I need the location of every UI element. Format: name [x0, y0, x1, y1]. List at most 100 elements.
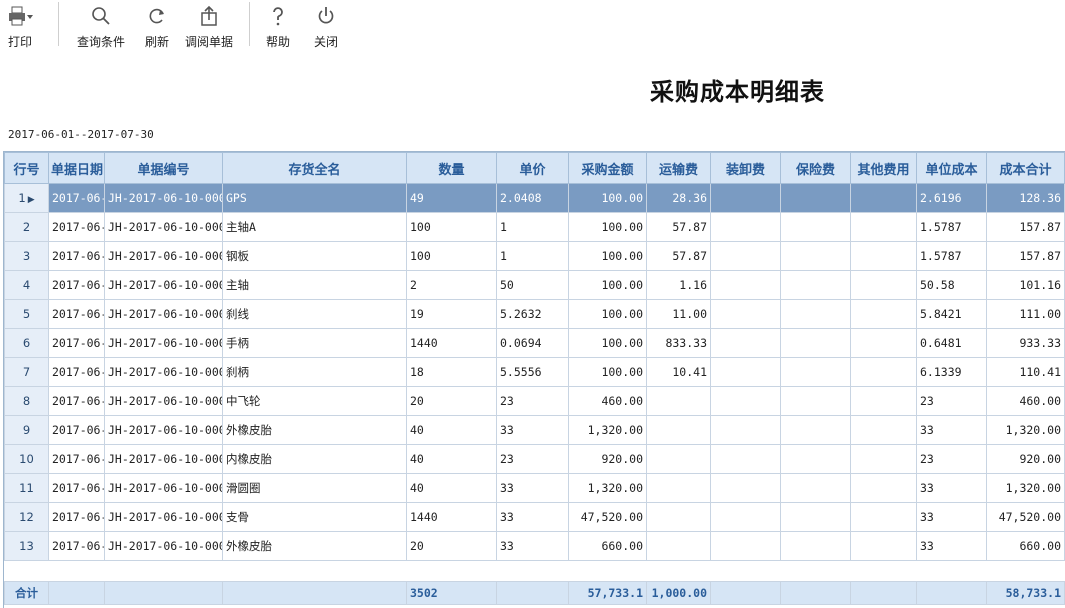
- doc-number-cell: JH-2017-06-10-000: [104, 357, 223, 387]
- table-row[interactable]: 10 2017-06- JH-2017-06-10-000 内橡皮胎 40 23 920.0…: [4, 444, 1065, 474]
- insurance-cell: [780, 241, 851, 271]
- print-button[interactable]: 打印: [0, 0, 40, 52]
- help-button[interactable]: 帮助: [250, 0, 306, 52]
- total-quantity: 3502: [406, 581, 497, 605]
- totals-empty-cell: [48, 581, 105, 605]
- date-cell: 2017-06-: [48, 357, 105, 387]
- unit-cost-cell: 0.6481: [916, 328, 987, 358]
- query-conditions-button[interactable]: 查询条件: [65, 0, 137, 52]
- column-header[interactable]: 其他费用: [850, 152, 917, 184]
- table-row[interactable]: 6 2017-06- JH-2017-06-10-000 手柄 1440 0.0694 10…: [4, 328, 1065, 358]
- total-cost-cell: 933.33: [986, 328, 1065, 358]
- unit-cost-cell: 1.5787: [916, 212, 987, 242]
- column-header[interactable]: 保险费: [780, 152, 851, 184]
- unit-cost-cell: 50.58: [916, 270, 987, 300]
- column-header[interactable]: 成本合计: [986, 152, 1065, 184]
- table-row[interactable]: 7 2017-06- JH-2017-06-10-000 刹柄 18 5.5556 100.…: [4, 357, 1065, 387]
- item-name-cell: 外橡皮胎: [222, 531, 407, 561]
- totals-empty-cell: [780, 581, 851, 605]
- open-document-button[interactable]: 调阅单据: [177, 0, 241, 52]
- printer-icon: [6, 4, 34, 28]
- row-number: 9: [4, 415, 49, 445]
- handling-cell: [710, 299, 781, 329]
- handling-cell: [710, 502, 781, 532]
- column-header[interactable]: 采购金额: [568, 152, 647, 184]
- other-fees-cell: [850, 502, 917, 532]
- total-cost-sum: 58,733.1: [986, 581, 1065, 605]
- handling-cell: [710, 183, 781, 213]
- handling-cell: [710, 328, 781, 358]
- insurance-cell: [780, 473, 851, 503]
- table-row[interactable]: 4 2017-06- JH-2017-06-10-000 主轴 2 50 100.00 1.1…: [4, 270, 1065, 300]
- unit-cost-cell: 23: [916, 386, 987, 416]
- header-row: 行号 单据日期 单据编号 存货全名 数量 单价 采购金额 运输费 装卸费 保险费 其他费用 单位成本成…: [4, 152, 1065, 184]
- table-row[interactable]: 8 2017-06- JH-2017-06-10-000 中飞轮 20 23 460.00 2…: [4, 386, 1065, 416]
- unit-price-cell: 33: [496, 473, 569, 503]
- column-header[interactable]: 数量: [406, 152, 497, 184]
- freight-cell: [646, 473, 711, 503]
- unit-price-cell: 23: [496, 444, 569, 474]
- other-fees-cell: [850, 386, 917, 416]
- freight-cell: 57.87: [646, 241, 711, 271]
- row-number: 6: [4, 328, 49, 358]
- quantity-cell: 19: [406, 299, 497, 329]
- doc-number-cell: JH-2017-06-10-000: [104, 241, 223, 271]
- freight-cell: [646, 502, 711, 532]
- table-row[interactable]: 9 2017-06- JH-2017-06-10-000 外橡皮胎 40 33 1,320.…: [4, 415, 1065, 445]
- column-header[interactable]: 单位成本: [916, 152, 987, 184]
- quantity-cell: 1440: [406, 502, 497, 532]
- freight-cell: 10.41: [646, 357, 711, 387]
- doc-number-cell: JH-2017-06-10-000: [104, 212, 223, 242]
- total-freight: 1,000.00: [646, 581, 711, 605]
- row-number: 8: [4, 386, 49, 416]
- item-name-cell: 主轴: [222, 270, 407, 300]
- table-row[interactable]: 12 2017-06- JH-2017-06-10-000 支骨 1440 33 47,52…: [4, 502, 1065, 532]
- unit-cost-cell: 33: [916, 415, 987, 445]
- unit-price-cell: 0.0694: [496, 328, 569, 358]
- totals-label: 合计: [4, 581, 49, 605]
- table-row[interactable]: 11 2017-06- JH-2017-06-10-000 滑圆圈 40 33 1,320.…: [4, 473, 1065, 503]
- freight-cell: [646, 531, 711, 561]
- unit-price-cell: 33: [496, 502, 569, 532]
- column-header[interactable]: 单据日期: [48, 152, 105, 184]
- total-cost-cell: 111.00: [986, 299, 1065, 329]
- totals-empty-cell: [104, 581, 223, 605]
- freight-cell: [646, 386, 711, 416]
- date-cell: 2017-06-: [48, 299, 105, 329]
- purchase-amount-cell: 100.00: [568, 183, 647, 213]
- purchase-amount-cell: 100.00: [568, 328, 647, 358]
- column-header[interactable]: 单价: [496, 152, 569, 184]
- search-icon: [91, 4, 111, 28]
- table-row[interactable]: 1 ▶ 2017-06- JH-2017-06-10-000 GPS 49 2.0408 10…: [4, 183, 1065, 213]
- column-header[interactable]: 单据编号: [104, 152, 223, 184]
- table-row[interactable]: 13 2017-06- JH-2017-06-10-000 外橡皮胎 20 33 660.0…: [4, 531, 1065, 561]
- doc-number-cell: JH-2017-06-10-000: [104, 473, 223, 503]
- toolbar: 打印 查询条件 刷新 调阅单据 帮助 关闭: [0, 0, 1065, 52]
- refresh-button[interactable]: 刷新: [137, 0, 177, 52]
- report-title: 采购成本明细表: [650, 78, 825, 106]
- handling-cell: [710, 473, 781, 503]
- column-header[interactable]: 行号: [4, 152, 49, 184]
- handling-cell: [710, 444, 781, 474]
- purchase-amount-cell: 920.00: [568, 444, 647, 474]
- column-header[interactable]: 存货全名: [222, 152, 407, 184]
- other-fees-cell: [850, 328, 917, 358]
- table-row[interactable]: 5 2017-06- JH-2017-06-10-000 刹线 19 5.2632 100.…: [4, 299, 1065, 329]
- item-name-cell: 外橡皮胎: [222, 415, 407, 445]
- close-button[interactable]: 关闭: [306, 0, 346, 52]
- table-row[interactable]: 2 2017-06- JH-2017-06-10-000 主轴A 100 1 100.00 5…: [4, 212, 1065, 242]
- item-name-cell: 刹线: [222, 299, 407, 329]
- doc-number-cell: JH-2017-06-10-000: [104, 415, 223, 445]
- print-label: 打印: [7, 35, 32, 49]
- column-header[interactable]: 装卸费: [710, 152, 781, 184]
- refresh-icon: [147, 4, 167, 28]
- current-row-indicator-icon: ▶: [27, 195, 35, 205]
- row-number: 5: [4, 299, 49, 329]
- item-name-cell: 刹柄: [222, 357, 407, 387]
- column-header[interactable]: 运输费: [646, 152, 711, 184]
- table-row[interactable]: 3 2017-06- JH-2017-06-10-000 钢板 100 1 100.00 57…: [4, 241, 1065, 271]
- data-grid[interactable]: 行号 单据日期 单据编号 存货全名 数量 单价 采购金额 运输费 装卸费 保险费 其他费用 单位成本成…: [3, 151, 1065, 608]
- date-cell: 2017-06-: [48, 212, 105, 242]
- other-fees-cell: [850, 357, 917, 387]
- total-cost-cell: 157.87: [986, 212, 1065, 242]
